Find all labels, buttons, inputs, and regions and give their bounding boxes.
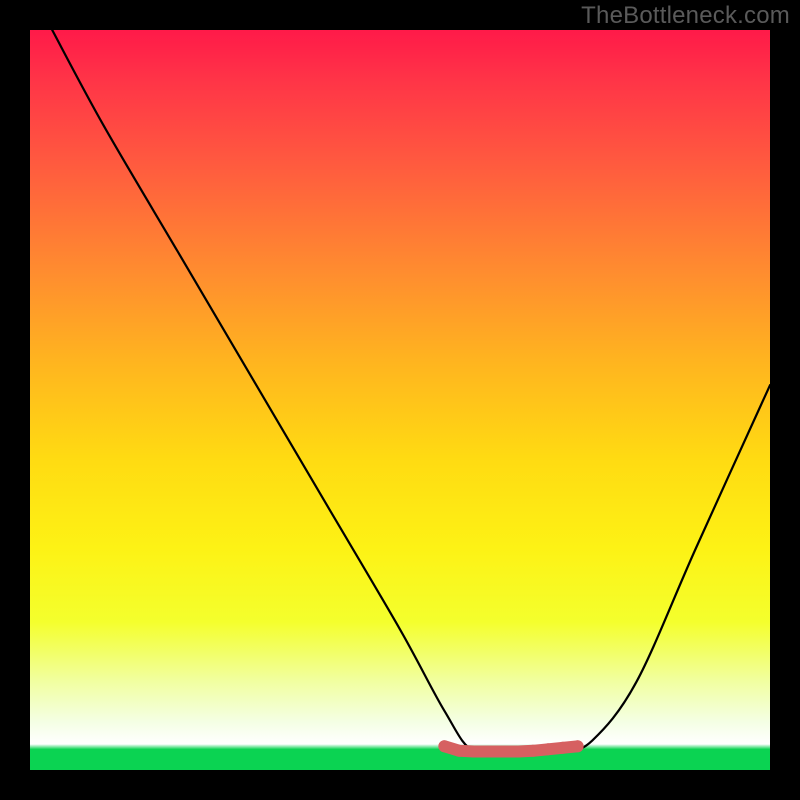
optimal-marker: [498, 746, 510, 758]
optimal-marker: [468, 746, 480, 758]
optimal-marker: [438, 740, 450, 752]
bottleneck-curve-path: [52, 30, 770, 755]
plot-area: [30, 30, 770, 770]
optimal-markers-group: [438, 740, 583, 757]
bottleneck-curve-svg: [30, 30, 770, 770]
optimal-marker: [483, 746, 495, 758]
optimal-marker: [512, 746, 524, 758]
optimal-marker: [453, 745, 465, 757]
optimal-marker: [572, 740, 584, 752]
optimal-marker: [557, 742, 569, 754]
optimal-marker: [542, 743, 554, 755]
chart-frame: TheBottleneck.com: [0, 0, 800, 800]
watermark-text: TheBottleneck.com: [581, 2, 790, 30]
optimal-marker: [527, 745, 539, 757]
